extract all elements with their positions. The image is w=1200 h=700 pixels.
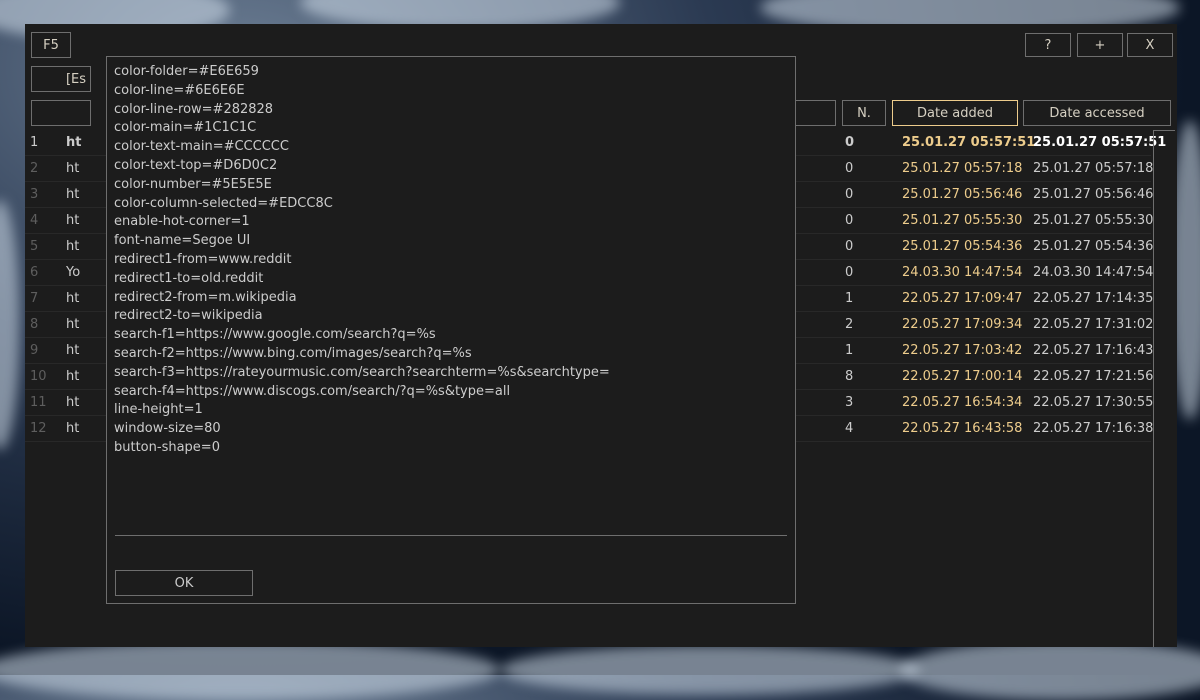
settings-line: color-number=#5E5E5E: [114, 176, 272, 192]
row-number: 4: [30, 213, 39, 228]
f5-button[interactable]: F5: [31, 32, 71, 58]
row-date-added: 22.05.27 16:43:58: [902, 421, 1023, 436]
row-number: 11: [30, 395, 47, 410]
row-number: 12: [30, 421, 47, 436]
row-name: ht: [66, 343, 80, 358]
row-date-added: 25.01.27 05:54:36: [902, 239, 1023, 254]
row-count: 0: [845, 265, 854, 280]
row-date-accessed: 25.01.27 05:55:30: [1033, 213, 1154, 228]
settings-line: line-height=1: [114, 402, 203, 418]
settings-line: search-f2=https://www.bing.com/images/se…: [114, 345, 472, 361]
row-count: 0: [845, 161, 854, 176]
row-date-accessed: 22.05.27 17:31:02: [1033, 317, 1154, 332]
row-name: ht: [66, 213, 80, 228]
row-date-accessed: 25.01.27 05:56:46: [1033, 187, 1154, 202]
row-number: 1: [30, 135, 39, 150]
row-number: 9: [30, 343, 39, 358]
row-name: ht: [66, 239, 80, 254]
settings-line: redirect2-from=m.wikipedia: [114, 289, 297, 305]
settings-line: color-column-selected=#EDCC8C: [114, 195, 333, 211]
settings-line: search-f3=https://rateyourmusic.com/sear…: [114, 364, 610, 380]
settings-text[interactable]: color-folder=#E6E659 color-line=#6E6E6E …: [114, 63, 610, 458]
settings-line: redirect1-to=old.reddit: [114, 270, 264, 286]
vertical-scrollbar[interactable]: [1153, 130, 1175, 647]
add-button[interactable]: +: [1077, 33, 1123, 57]
row-name: ht: [66, 369, 80, 384]
row-count: 0: [845, 239, 854, 254]
row-date-accessed: 22.05.27 17:30:55: [1033, 395, 1154, 410]
column-header-date-added[interactable]: Date added: [892, 100, 1018, 126]
row-name: ht: [66, 395, 80, 410]
row-name: ht: [66, 135, 82, 150]
settings-line: window-size=80: [114, 421, 221, 437]
row-name: Yo: [66, 265, 81, 280]
folder-path-button[interactable]: [Es: [31, 66, 91, 92]
row-count: 1: [845, 291, 854, 306]
row-date-added: 22.05.27 17:03:42: [902, 343, 1023, 358]
row-date-accessed: 25.01.27 05:57:18: [1033, 161, 1154, 176]
settings-line: color-main=#1C1C1C: [114, 120, 257, 136]
row-date-added: 25.01.27 05:56:46: [902, 187, 1023, 202]
row-date-added: 25.01.27 05:57:18: [902, 161, 1023, 176]
row-number: 7: [30, 291, 39, 306]
row-date-accessed: 24.03.30 14:47:54: [1033, 265, 1154, 280]
row-name: ht: [66, 317, 80, 332]
settings-line: redirect2-to=wikipedia: [114, 308, 263, 324]
help-button[interactable]: ?: [1025, 33, 1071, 57]
row-number: 3: [30, 187, 39, 202]
row-count: 0: [845, 135, 855, 150]
settings-line: search-f4=https://www.discogs.com/search…: [114, 383, 511, 399]
row-count: 4: [845, 421, 854, 436]
row-date-accessed: 22.05.27 17:16:38: [1033, 421, 1154, 436]
row-date-added: 22.05.27 17:00:14: [902, 369, 1023, 384]
settings-line: color-text-top=#D6D0C2: [114, 157, 278, 173]
settings-line: color-text-main=#CCCCCC: [114, 139, 289, 155]
row-number: 2: [30, 161, 39, 176]
row-date-added: 25.01.27 05:55:30: [902, 213, 1023, 228]
column-header-n[interactable]: N.: [842, 100, 886, 126]
settings-line: font-name=Segoe UI: [114, 233, 251, 249]
app-window: F5 ? + X [Es ag N. Date added Date acces…: [25, 24, 1177, 647]
row-count: 1: [845, 343, 854, 358]
row-date-accessed: 25.01.27 05:54:36: [1033, 239, 1154, 254]
close-button[interactable]: X: [1127, 33, 1173, 57]
row-date-added: 22.05.27 17:09:47: [902, 291, 1023, 306]
settings-line: search-f1=https://www.google.com/search?…: [114, 327, 436, 343]
row-number: 6: [30, 265, 39, 280]
row-date-accessed: 22.05.27 17:16:43: [1033, 343, 1154, 358]
row-number: 8: [30, 317, 39, 332]
ok-button[interactable]: OK: [115, 570, 253, 596]
row-count: 0: [845, 187, 854, 202]
row-name: ht: [66, 187, 80, 202]
row-count: 8: [845, 369, 854, 384]
settings-line: color-line-row=#282828: [114, 101, 274, 117]
row-date-added: 25.01.27 05:57:51: [902, 135, 1036, 150]
dialog-divider: [115, 535, 787, 536]
row-date-added: 22.05.27 17:09:34: [902, 317, 1023, 332]
row-date-accessed: 22.05.27 17:14:35: [1033, 291, 1154, 306]
settings-line: button-shape=0: [114, 439, 220, 455]
row-count: 0: [845, 213, 854, 228]
settings-line: enable-hot-corner=1: [114, 214, 250, 230]
settings-line: color-folder=#E6E659: [114, 64, 259, 79]
row-name: ht: [66, 161, 80, 176]
row-date-accessed: 25.01.27 05:57:51: [1033, 135, 1167, 150]
row-date-added: 22.05.27 16:54:34: [902, 395, 1023, 410]
row-number: 5: [30, 239, 39, 254]
column-header-date-accessed[interactable]: Date accessed: [1023, 100, 1171, 126]
settings-dialog: color-folder=#E6E659 color-line=#6E6E6E …: [106, 56, 796, 604]
row-count: 2: [845, 317, 854, 332]
row-name: ht: [66, 421, 80, 436]
row-number: 10: [30, 369, 47, 384]
settings-line: redirect1-from=www.reddit: [114, 251, 292, 267]
row-name: ht: [66, 291, 80, 306]
row-count: 3: [845, 395, 854, 410]
column-header-name[interactable]: [31, 100, 91, 126]
settings-line: color-line=#6E6E6E: [114, 82, 245, 98]
row-date-accessed: 22.05.27 17:21:56: [1033, 369, 1154, 384]
row-date-added: 24.03.30 14:47:54: [902, 265, 1023, 280]
